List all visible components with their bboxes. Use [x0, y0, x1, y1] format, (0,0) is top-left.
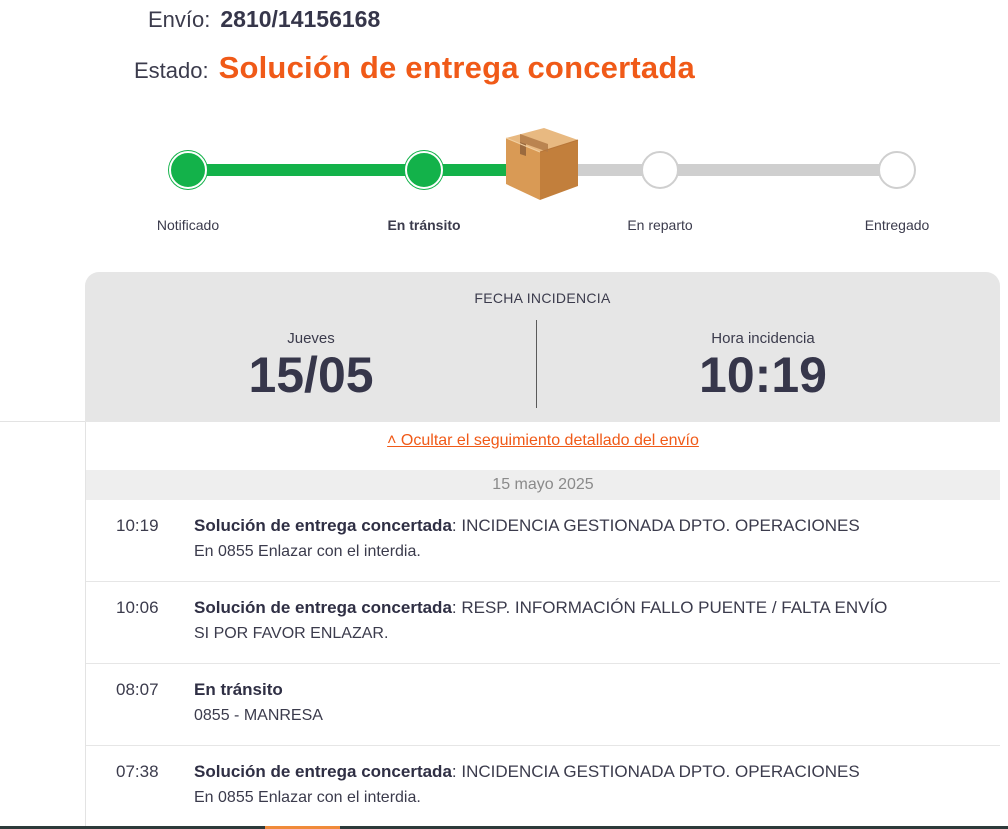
event-time: 10:19: [116, 516, 159, 535]
event-status: Solución de entrega concertada: [194, 516, 452, 535]
step-en-transito-node: [405, 151, 443, 189]
event-message: : RESP. INFORMACIÓN FALLO PUENTE / FALTA…: [451, 598, 888, 617]
event-time: 10:06: [116, 598, 159, 617]
event-time: 07:38: [116, 762, 159, 781]
event-summary: En tránsito: [194, 680, 283, 700]
event-detail: 0855 - MANRESA: [194, 707, 323, 724]
step-label-notificado: Notificado: [156, 217, 220, 233]
step-entregado-node: [878, 151, 916, 189]
incident-time-label: Hora incidencia: [711, 330, 815, 347]
event-summary: Solución de entrega concertada: INCIDENC…: [194, 762, 860, 782]
event-summary: Solución de entrega concertada: INCIDENC…: [194, 516, 860, 536]
shipment-number: 2810/14156168: [220, 6, 381, 32]
package-box-icon: [505, 128, 579, 200]
incident-date: 15/05: [248, 347, 374, 403]
shipment-status-row: Estado: Solución de entrega concertada: [134, 50, 695, 86]
incident-card-title: FECHA INCIDENCIA: [474, 290, 611, 306]
shipment-tracking-page: Envío: 2810/14156168 Estado: Solución de…: [0, 0, 1008, 829]
step-label-en-transito: En tránsito: [387, 217, 461, 233]
event-status: En tránsito: [194, 680, 283, 699]
event-detail: En 0855 Enlazar con el interdia.: [194, 789, 421, 806]
incident-date-card: FECHA INCIDENCIA Jueves 15/05 Hora incid…: [85, 272, 1000, 422]
incident-date-column: Jueves 15/05: [85, 330, 537, 401]
tracking-event-row: 10:19 Solución de entrega concertada: IN…: [86, 500, 1000, 582]
event-summary: Solución de entrega concertada: RESP. IN…: [194, 598, 887, 618]
event-message: : INCIDENCIA GESTIONADA DPTO. OPERACIONE…: [451, 516, 860, 535]
detailed-tracking-panel: ˄ Ocultar el seguimiento detallado del e…: [85, 422, 1001, 829]
shipment-number-label: Envío:: [148, 7, 211, 32]
event-message: : INCIDENCIA GESTIONADA DPTO. OPERACIONE…: [451, 762, 860, 781]
tracking-event-row: 10:06 Solución de entrega concertada: RE…: [86, 582, 1000, 664]
incident-time: 10:19: [699, 347, 827, 403]
incident-time-column: Hora incidencia 10:19: [537, 330, 989, 401]
progress-line-completed-1: [200, 164, 420, 176]
incident-weekday: Jueves: [287, 330, 335, 347]
hide-detailed-tracking-link[interactable]: ˄ Ocultar el seguimiento detallado del e…: [86, 432, 1000, 450]
event-time: 08:07: [116, 680, 159, 699]
event-status: Solución de entrega concertada: [194, 762, 452, 781]
tracking-event-row: 07:38 Solución de entrega concertada: IN…: [86, 746, 1000, 828]
shipment-status: Solución de entrega concertada: [218, 50, 695, 85]
event-detail: En 0855 Enlazar con el interdia.: [194, 543, 421, 560]
step-en-reparto-node: [641, 151, 679, 189]
divider: [0, 421, 85, 422]
step-label-entregado: Entregado: [864, 217, 930, 233]
step-label-en-reparto: En reparto: [627, 217, 693, 233]
event-detail: SI POR FAVOR ENLAZAR.: [194, 625, 389, 642]
progress-line-pending: [560, 164, 890, 176]
tracking-event-row: 08:07 En tránsito 0855 - MANRESA: [86, 664, 1000, 746]
shipment-status-label: Estado:: [134, 58, 209, 83]
shipment-number-row: Envío: 2810/14156168: [148, 6, 380, 33]
event-status: Solución de entrega concertada: [194, 598, 452, 617]
tracking-date-header: 15 mayo 2025: [86, 470, 1000, 500]
step-notificado-node: [169, 151, 207, 189]
